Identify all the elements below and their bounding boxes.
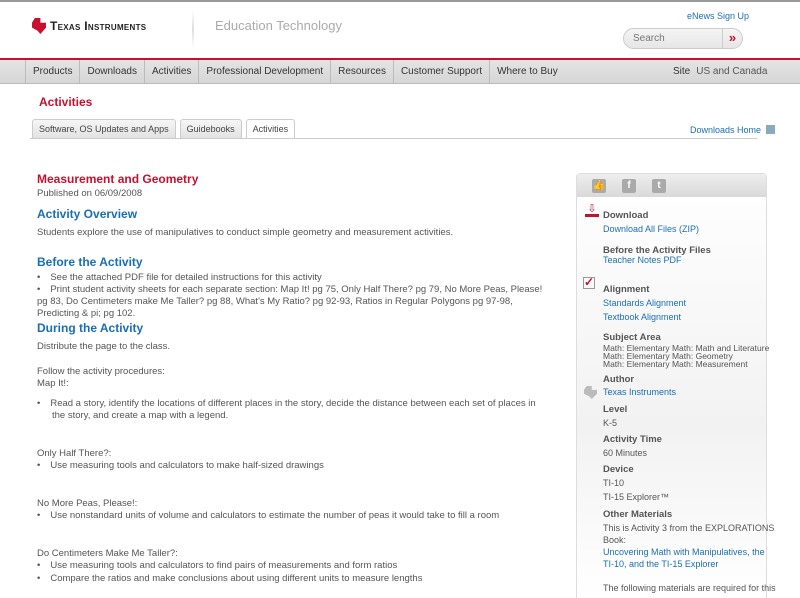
site-value[interactable]: US and Canada	[696, 66, 767, 77]
home-icon	[766, 125, 776, 134]
list-item-cont: the story, and create a map with a legen…	[52, 410, 229, 421]
during-heading: During the Activity	[37, 321, 144, 335]
overview-text: Students explore the use of manipulative…	[37, 227, 454, 238]
mapit-label: Map It!:	[37, 378, 69, 389]
download-all-link[interactable]: Download All Files (ZIP)	[603, 224, 699, 234]
device-heading: Device	[603, 464, 634, 475]
subject-list: Math: Elementary Math: Math and Literatu…	[603, 344, 769, 369]
materials-heading: Other Materials	[603, 509, 673, 520]
list-item: See the attached PDF file for detailed i…	[37, 272, 321, 285]
overview-heading: Activity Overview	[37, 207, 138, 221]
section-title: Education Technology	[215, 18, 342, 33]
device-item: TI-10	[603, 478, 625, 488]
top-border	[0, 0, 800, 2]
required-text: The following materials are required for…	[603, 583, 776, 593]
before-heading: Before the Activity	[37, 255, 143, 269]
tab-activities[interactable]: Activities	[245, 119, 296, 139]
time-value: 60 Minutes	[603, 448, 648, 458]
download-icon: ⇩	[585, 204, 599, 217]
tabs: Software, OS Updates and Apps Guidebooks…	[32, 119, 296, 139]
level-heading: Level	[603, 404, 628, 415]
peas-label: No More Peas, Please!:	[37, 498, 138, 509]
downloads-home-link[interactable]: Downloads Home	[690, 125, 776, 135]
alignment-heading: Alignment	[603, 284, 650, 295]
textbook-alignment-link[interactable]: Textbook Alignment	[603, 312, 681, 322]
list-item-cont: pg 83, Do Centimeters make Me Taller? pg…	[37, 296, 513, 307]
download-heading: Download	[603, 210, 649, 221]
distribute-text: Distribute the page to the class.	[37, 341, 171, 352]
nav-activities[interactable]: Activities	[145, 59, 200, 84]
follow-text: Follow the activity procedures:	[37, 366, 165, 377]
brand-name: Texas Instruments	[50, 19, 147, 33]
checkbox-icon: ✓	[583, 275, 595, 289]
half-label: Only Half There?:	[37, 448, 112, 459]
ti-logo-icon	[32, 18, 46, 34]
nav-customer-support[interactable]: Customer Support	[394, 59, 491, 84]
author-heading: Author	[603, 374, 635, 385]
like-icon[interactable]: 👍	[592, 178, 606, 193]
list-item: Compare the ratios and make conclusions …	[37, 573, 422, 586]
tab-guidebooks[interactable]: Guidebooks	[179, 119, 242, 138]
activity-title: Measurement and Geometry	[37, 172, 199, 186]
site-label: Site	[673, 66, 691, 77]
list-item: Use measuring tools and calculators to m…	[37, 460, 324, 473]
ti-logo[interactable]: Texas Instruments	[32, 18, 146, 34]
list-item: Use measuring tools and calculators to f…	[37, 560, 397, 573]
list-item-cont: Predicting & pi; pg 102.	[37, 308, 136, 319]
nav-products[interactable]: Products	[25, 59, 81, 84]
subject-heading: Subject Area	[603, 332, 661, 343]
device-item: TI-15 Explorer™	[603, 492, 670, 502]
level-value: K-5	[603, 418, 618, 428]
published-date: Published on 06/09/2008	[37, 188, 143, 199]
page-title: Activities	[39, 95, 93, 109]
search-button[interactable]: »	[722, 29, 742, 48]
book-link[interactable]: Uncovering Math with Manipulatives, the	[603, 547, 765, 557]
site-selector[interactable]: Site US and Canada	[673, 66, 767, 77]
enews-signup-link[interactable]: eNews Sign Up	[687, 11, 749, 21]
search-input[interactable]: Search	[624, 33, 722, 44]
nav-where-to-buy[interactable]: Where to Buy	[490, 60, 565, 84]
facebook-icon[interactable]: f	[622, 178, 636, 193]
materials-text: This is Activity 3 from the EXPLORATIONS	[603, 523, 775, 533]
downloads-home-label: Downloads Home	[690, 125, 762, 135]
tab-divider	[30, 138, 757, 139]
nav-downloads[interactable]: Downloads	[80, 59, 145, 84]
subject-item: Math: Elementary Math: Measurement	[603, 359, 748, 369]
list-item: Print student activity sheets for each s…	[37, 284, 542, 297]
book-link-cont[interactable]: TI-10, and the TI-15 Explorer	[603, 559, 718, 569]
search-box[interactable]: Search»	[623, 28, 743, 49]
materials-text: Book:	[603, 535, 627, 545]
standards-alignment-link[interactable]: Standards Alignment	[603, 298, 686, 308]
list-item: Read a story, identify the locations of …	[37, 398, 535, 411]
list-item: Use nonstandard units of volume and calc…	[37, 510, 499, 523]
cm-label: Do Centimeters Make Me Taller?:	[37, 548, 178, 559]
social-bar: 👍 f t	[577, 174, 766, 197]
nav-resources[interactable]: Resources	[331, 59, 394, 84]
nav-professional-development[interactable]: Professional Development	[199, 59, 332, 84]
teacher-notes-link[interactable]: Teacher Notes PDF	[603, 255, 682, 265]
time-heading: Activity Time	[603, 434, 662, 445]
author-link[interactable]: Texas Instruments	[603, 387, 676, 397]
twitter-icon[interactable]: t	[652, 178, 666, 193]
header-divider	[192, 10, 194, 48]
tab-software[interactable]: Software, OS Updates and Apps	[32, 119, 176, 138]
